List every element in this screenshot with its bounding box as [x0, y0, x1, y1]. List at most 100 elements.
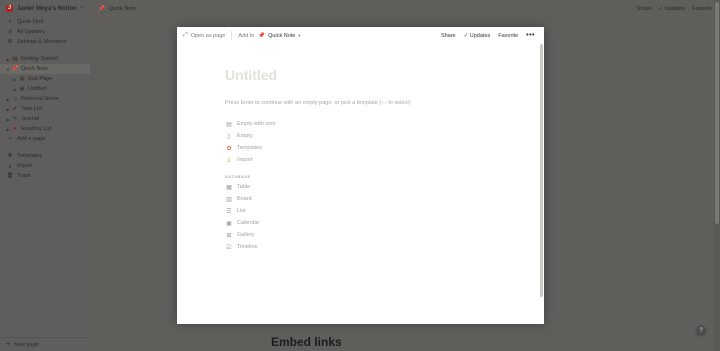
page-reading-list[interactable]: ▶ ■ Reading List [0, 124, 90, 134]
house-icon: ⌂ [13, 96, 17, 102]
modal-updates-button[interactable]: ✓ Updates [464, 33, 491, 39]
option-label: List [237, 208, 246, 214]
add-to-label: Add to [238, 32, 255, 39]
page-label: Untitled [28, 86, 47, 92]
page-scrollbar[interactable] [714, 0, 720, 351]
option-label: Board [237, 196, 252, 202]
new-page-modal: ⤢ Open as page Add to 📌 Quick Note ▼ Sha… [177, 27, 544, 324]
board-icon: ▥ [226, 196, 232, 203]
trash-icon: 🗑 [6, 173, 14, 179]
templates-icon: ❖ [7, 153, 13, 159]
book-icon: ■ [13, 126, 17, 132]
modal-scrollbar[interactable] [539, 44, 544, 319]
blank-page-icon: ▯ [227, 133, 231, 140]
sidebar-item-trash[interactable]: 🗑 Trash [0, 171, 90, 181]
option-import[interactable]: ⤓ Import [225, 154, 411, 166]
option-label: Gallery [237, 232, 255, 238]
modal-content: Untitled Press Enter to continue with an… [225, 67, 411, 253]
plus-icon: + [8, 136, 12, 142]
more-options-icon[interactable]: ••• [526, 32, 535, 39]
timeline-icon: ☑ [226, 244, 232, 251]
sidebar-item-label: Templates [17, 153, 43, 159]
workspace-switcher[interactable]: J Javier Moya's Notion ⌃ [0, 0, 90, 17]
database-section-header: DATABASE [225, 174, 251, 179]
favorite-button[interactable]: Favorite [692, 6, 712, 12]
database-option-gallery[interactable]: ⊞ Gallery [225, 229, 411, 241]
option-label: Table [237, 184, 251, 190]
share-button[interactable]: Share [637, 6, 652, 12]
search-icon: ⌕ [8, 18, 12, 25]
sidebar-item-label: Trash [17, 173, 31, 179]
option-empty-with-icon[interactable]: ▤ Empty with icon [225, 118, 411, 130]
database-option-table[interactable]: ▦ Table [225, 181, 411, 193]
new-page-label: New page [14, 341, 39, 348]
database-option-timeline[interactable]: ☑ Timeline [225, 241, 411, 253]
sidebar-item-label: Settings & Members [17, 39, 67, 45]
workspace-name: Javier Moya's Notion [17, 5, 77, 12]
modal-favorite-button[interactable]: Favorite [498, 33, 518, 39]
list-icon: ☰ [226, 208, 232, 215]
page-untitled[interactable]: ▶ ▤ Untitled [0, 84, 90, 94]
add-page-label: Add a page [17, 136, 46, 142]
page-sub-page[interactable]: ▶ ▤ Sub Page [0, 74, 90, 84]
add-page-button[interactable]: + Add a page [0, 134, 90, 144]
sidebar-item-all-updates[interactable]: ◷ All Updates [0, 27, 90, 37]
page-personal-home[interactable]: ▶ ⌂ Personal Home [0, 94, 90, 104]
table-icon: ▦ [226, 184, 232, 191]
breadcrumb[interactable]: Quick Note [109, 6, 136, 12]
database-option-calendar[interactable]: ▣ Calendar [225, 217, 411, 229]
database-option-board[interactable]: ▥ Board [225, 193, 411, 205]
page-getting-started[interactable]: ▶ ▤ Getting Started [0, 54, 90, 64]
document-icon: ▤ [12, 56, 18, 62]
chevron-updown-icon: ⌃ [79, 5, 84, 12]
updates-button[interactable]: ✓ Updates [658, 6, 685, 12]
pencil-icon: ✎ [12, 116, 18, 122]
sidebar-item-templates[interactable]: ❖ Templates [0, 151, 90, 161]
database-option-list[interactable]: ☰ List [225, 205, 411, 217]
pushpin-icon: 📌 [98, 5, 105, 12]
option-label: Timeline [237, 244, 258, 250]
add-to-target-select[interactable]: 📌 Quick Note ▼ [258, 33, 301, 39]
sidebar-item-settings[interactable]: ⚙ Settings & Members [0, 37, 90, 47]
option-label: Import [237, 157, 253, 163]
page-journal[interactable]: ▶ ✎ Journal [0, 114, 90, 124]
page-label: Reading List [21, 126, 52, 132]
background-heading: Embed links [271, 335, 342, 349]
page-title-input[interactable]: Untitled [225, 67, 411, 87]
modal-share-button[interactable]: Share [441, 33, 456, 39]
import-icon: ⤓ [8, 162, 12, 169]
option-empty[interactable]: ▯ Empty [225, 130, 411, 142]
gear-icon: ⚙ [7, 39, 13, 45]
scrollbar-thumb[interactable] [715, 2, 719, 224]
updates-label: Updates [664, 5, 686, 12]
page-label: Task List [21, 106, 43, 112]
gallery-icon: ⊞ [226, 232, 232, 239]
import-icon: ⤓ [227, 156, 231, 163]
sidebar-item-import[interactable]: ⤓ Import [0, 161, 90, 171]
new-page-button[interactable]: + New page [0, 337, 90, 351]
help-button[interactable]: ? [695, 325, 707, 337]
template-hint: Press Enter to continue with an empty pa… [225, 100, 411, 106]
add-to-target-label: Quick Note [268, 32, 296, 39]
sidebar-item-label: Quick Find [17, 19, 44, 25]
modal-scrollbar-thumb[interactable] [540, 44, 543, 297]
checkmark-icon: ✔ [12, 106, 18, 112]
sidebar-item-label: All Updates [17, 29, 46, 35]
clock-icon: ◷ [7, 29, 13, 35]
modal-toolbar: ⤢ Open as page Add to 📌 Quick Note ▼ Sha… [177, 27, 544, 44]
document-icon: ▤ [226, 121, 232, 128]
option-templates[interactable]: ✿ Templates [225, 142, 411, 154]
template-options: ▤ Empty with icon ▯ Empty ✿ Templates ⤓ … [225, 118, 411, 166]
page-quick-note[interactable]: ▼ 📌 Quick Note [0, 64, 90, 74]
topbar: 📌 Quick Note Share ✓ Updates Favorite [90, 0, 720, 17]
page-label: Getting Started [21, 56, 58, 62]
option-label: Empty with icon [237, 121, 276, 127]
open-as-page-button[interactable]: ⤢ Open as page [183, 32, 225, 39]
page-label: Quick Note [21, 66, 49, 72]
page-task-list[interactable]: ▶ ✔ Task List [0, 104, 90, 114]
pushpin-icon: 📌 [11, 66, 19, 72]
workspace-avatar: J [6, 5, 13, 12]
option-label: Templates [237, 145, 263, 151]
sidebar-item-quick-find[interactable]: ⌕ Quick Find [0, 17, 90, 27]
page-label: Personal Home [21, 96, 59, 102]
